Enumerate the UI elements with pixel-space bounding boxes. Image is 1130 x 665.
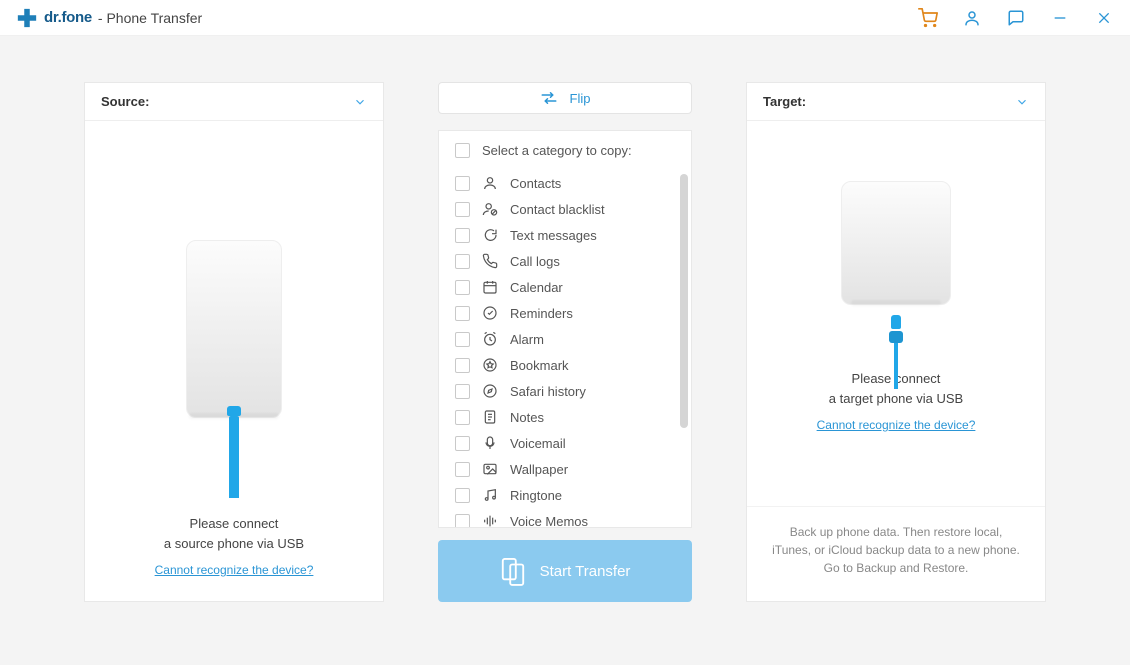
category-checkbox[interactable] <box>455 202 470 217</box>
flip-label: Flip <box>570 91 591 106</box>
category-label: Alarm <box>510 332 544 347</box>
source-dropdown[interactable]: Source: <box>85 83 383 121</box>
category-row[interactable]: Bookmark <box>439 352 691 378</box>
target-connect-line2: a target phone via USB <box>829 389 963 409</box>
category-label: Contact blacklist <box>510 202 605 217</box>
category-icon <box>482 461 498 477</box>
category-row[interactable]: Contacts <box>439 170 691 196</box>
category-row[interactable]: Calendar <box>439 274 691 300</box>
source-label: Source: <box>101 94 149 109</box>
category-checkbox[interactable] <box>455 410 470 425</box>
category-checkbox[interactable] <box>455 488 470 503</box>
source-panel: Source: Please connect a source phone vi… <box>84 82 384 602</box>
category-checkbox[interactable] <box>455 280 470 295</box>
target-label: Target: <box>763 94 806 109</box>
category-row[interactable]: Call logs <box>439 248 691 274</box>
flip-icon <box>540 91 558 105</box>
category-icon <box>482 435 498 451</box>
usb-plug-icon <box>889 315 903 357</box>
category-label: Bookmark <box>510 358 569 373</box>
category-row[interactable]: Safari history <box>439 378 691 404</box>
category-row[interactable]: Reminders <box>439 300 691 326</box>
category-checkbox[interactable] <box>455 254 470 269</box>
category-checkbox[interactable] <box>455 332 470 347</box>
brand-logo: dr.fone <box>16 7 92 29</box>
usb-cable-icon <box>229 416 239 498</box>
category-row[interactable]: Notes <box>439 404 691 430</box>
category-icon <box>482 279 498 295</box>
category-label: Reminders <box>510 306 573 321</box>
category-icon <box>482 409 498 425</box>
brand-name: dr.fone <box>44 9 92 26</box>
category-icon <box>482 513 498 527</box>
category-checkbox[interactable] <box>455 358 470 373</box>
target-unrecognized-link[interactable]: Cannot recognize the device? <box>817 418 976 432</box>
logo-cross-icon <box>16 7 38 29</box>
category-label: Voicemail <box>510 436 566 451</box>
scrollbar[interactable] <box>680 174 688 428</box>
target-device-placeholder <box>841 181 951 305</box>
category-row[interactable]: Contact blacklist <box>439 196 691 222</box>
category-icon <box>482 487 498 503</box>
category-label: Text messages <box>510 228 597 243</box>
category-checkbox[interactable] <box>455 436 470 451</box>
target-panel: Target: Please connect a target phone vi… <box>746 82 1046 602</box>
category-checkbox[interactable] <box>455 384 470 399</box>
source-device-placeholder <box>186 240 282 418</box>
category-label: Wallpaper <box>510 462 568 477</box>
flip-button[interactable]: Flip <box>438 82 692 114</box>
category-icon <box>482 201 498 217</box>
category-row[interactable]: Text messages <box>439 222 691 248</box>
category-icon <box>482 175 498 191</box>
minimize-icon[interactable] <box>1050 8 1070 28</box>
category-label: Voice Memos <box>510 514 588 528</box>
source-connect-line2: a source phone via USB <box>164 534 304 554</box>
category-icon <box>482 227 498 243</box>
category-label: Call logs <box>510 254 560 269</box>
target-dropdown[interactable]: Target: <box>747 83 1045 121</box>
category-row[interactable]: Wallpaper <box>439 456 691 482</box>
category-icon <box>482 305 498 321</box>
cart-icon[interactable] <box>918 8 938 28</box>
source-connect-line1: Please connect <box>164 514 304 534</box>
category-row[interactable]: Voice Memos <box>439 508 691 527</box>
category-row[interactable]: Ringtone <box>439 482 691 508</box>
category-checkbox[interactable] <box>455 306 470 321</box>
transfer-icon <box>500 556 526 586</box>
start-transfer-label: Start Transfer <box>540 563 631 580</box>
category-label: Notes <box>510 410 544 425</box>
chevron-down-icon <box>1015 95 1029 109</box>
category-label: Safari history <box>510 384 586 399</box>
window-subtitle: - Phone Transfer <box>98 10 202 26</box>
category-checkbox[interactable] <box>455 462 470 477</box>
category-label: Contacts <box>510 176 561 191</box>
category-checkbox[interactable] <box>455 176 470 191</box>
feedback-icon[interactable] <box>1006 8 1026 28</box>
close-icon[interactable] <box>1094 8 1114 28</box>
category-checkbox[interactable] <box>455 514 470 528</box>
select-all-checkbox[interactable] <box>455 143 470 158</box>
category-checkbox[interactable] <box>455 228 470 243</box>
category-row[interactable]: Voicemail <box>439 430 691 456</box>
category-icon <box>482 357 498 373</box>
category-label: Calendar <box>510 280 563 295</box>
category-icon <box>482 253 498 269</box>
category-icon <box>482 383 498 399</box>
backup-restore-note: Back up phone data. Then restore local, … <box>747 506 1045 601</box>
select-category-header: Select a category to copy: <box>482 143 632 158</box>
start-transfer-button[interactable]: Start Transfer <box>438 540 692 602</box>
category-icon <box>482 331 498 347</box>
category-label: Ringtone <box>510 488 562 503</box>
source-unrecognized-link[interactable]: Cannot recognize the device? <box>155 563 314 577</box>
chevron-down-icon <box>353 95 367 109</box>
category-row[interactable]: Alarm <box>439 326 691 352</box>
account-icon[interactable] <box>962 8 982 28</box>
